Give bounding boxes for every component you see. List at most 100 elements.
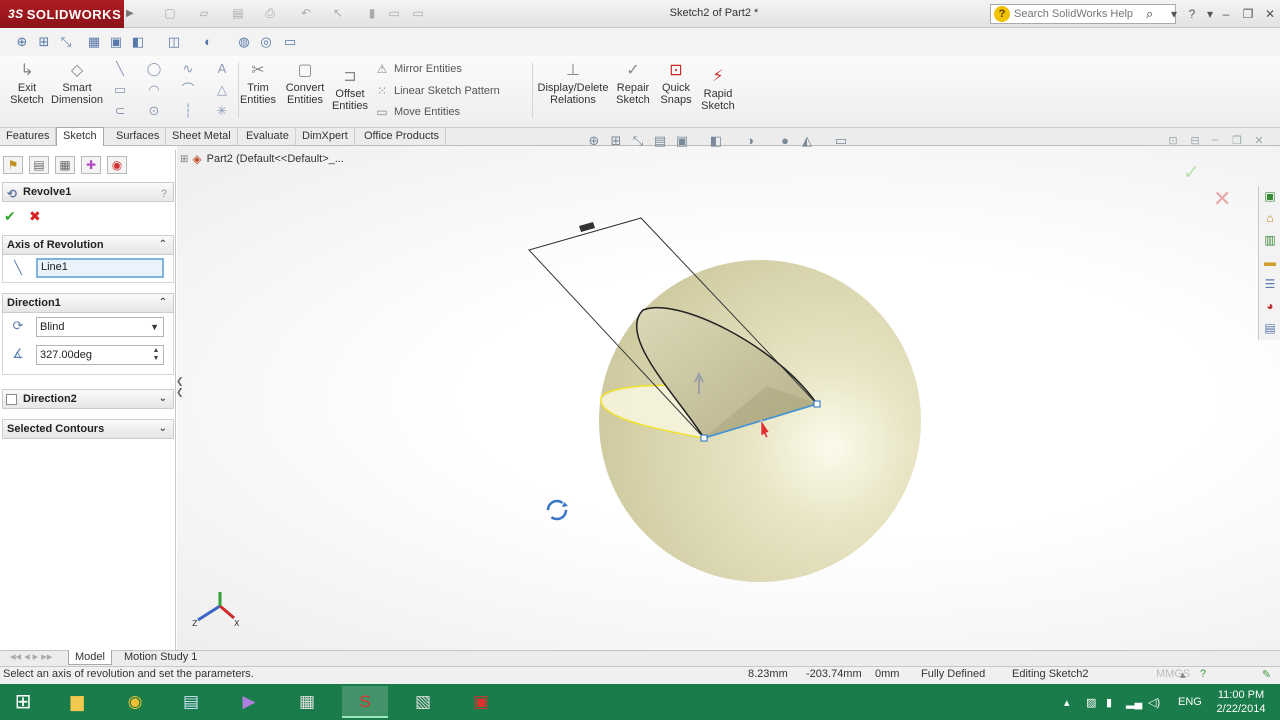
display-style-icon[interactable]: ◧ [130,34,146,50]
viewport-tile-icon[interactable]: ⊟ [1188,134,1202,148]
direction1-group[interactable]: Direction1 ⌃ [2,293,174,313]
mirror-entities-button[interactable]: ⚠ Mirror Entities [374,62,462,76]
viewport-split-icon[interactable]: ⊡ [1166,134,1180,148]
search-icon[interactable]: ⌕ [1146,6,1153,22]
view-settings-icon[interactable]: ◎ [258,34,274,50]
tab-surfaces[interactable]: Surfaces [110,128,167,145]
view-settings-hud-icon[interactable]: ▭ [832,133,850,149]
selected-contours-group[interactable]: Selected Contours ⌄ [2,419,174,439]
section-view-icon[interactable]: ▦ [86,34,102,50]
help-search[interactable]: ? ⌕ [990,4,1176,24]
file-explorer-icon[interactable]: ▬ [1262,254,1278,270]
offset-entities-button[interactable]: ⊐ Offset Entities [330,68,370,112]
feature-tree-root[interactable]: ⊞ ◈ Part2 (Default<<Default>_... [180,152,344,166]
solidworks-app-icon[interactable]: S [342,686,388,718]
appearance-hud-icon[interactable]: ● [776,133,794,149]
appearances-icon[interactable]: ◕ [1262,298,1278,314]
arc-tool-icon[interactable]: ◠ [146,82,162,98]
tab-features[interactable]: Features [0,128,57,145]
help-search-input[interactable] [1014,8,1144,20]
previous-view-hud-icon[interactable]: ⤡ [629,133,647,149]
previous-view-icon[interactable]: ⤡ [58,34,74,50]
file-properties-icon[interactable]: ▭ [386,6,402,22]
tab-dimxpert[interactable]: DimXpert [296,128,355,145]
expand-icon[interactable]: ⊞ [180,154,188,165]
scene-hud-icon[interactable]: ◭ [798,133,816,149]
tab-model[interactable]: Model [68,650,112,665]
centerline-tool-icon[interactable]: ┆ [180,103,196,119]
hide-show-hud-icon[interactable]: ◑ [741,133,759,149]
viewport-close-icon[interactable]: ✕ [1252,134,1266,148]
save-icon[interactable]: ▤ [230,6,246,22]
rebuild-status-icon[interactable]: ✎ [1262,668,1271,681]
panel-splitter[interactable]: ❮ ❮ [176,376,184,406]
axis-of-revolution-input[interactable]: Line1 [36,258,164,278]
tray-volume-icon[interactable]: ◁) [1148,696,1160,709]
display-style-hud-icon[interactable]: ◧ [707,133,725,149]
reverse-direction-icon[interactable]: ⟳ [8,318,28,336]
exit-sketch-button[interactable]: ↳ Exit Sketch [8,62,46,106]
viewport-restore-icon[interactable]: ❐ [1230,134,1244,148]
minimize-icon[interactable]: – [1218,6,1234,22]
quick-snaps-button[interactable]: ⊡ Quick Snaps [658,62,694,106]
home-icon[interactable]: ⌂ [1262,210,1278,226]
graphics-area[interactable]: Z X [177,146,1280,650]
tab-office-products[interactable]: Office Products [358,128,446,145]
collapse-icon[interactable]: ⌃ [159,294,167,312]
collapse-icon[interactable]: ⌃ [159,236,167,254]
dimxpert-manager-tab-icon[interactable]: ✚ [81,156,101,174]
angle-input[interactable]: 327.00deg ▲ ▼ [36,345,164,365]
move-entities-button[interactable]: ▭ Move Entities [374,105,460,119]
undo-icon[interactable]: ↶ [298,6,314,22]
rectangle-tool-icon[interactable]: ▭ [112,82,128,98]
rapid-sketch-button[interactable]: ⚡ Rapid Sketch [700,68,736,112]
chrome-icon[interactable]: ◉ [112,686,158,718]
tray-security-icon[interactable]: ▨ [1086,696,1096,709]
calculator-app-icon[interactable]: ▧ [400,686,446,718]
trim-entities-button[interactable]: ✂ Trim Entities [238,62,278,106]
point-tool-icon[interactable]: ⊙ [146,103,162,119]
search-options-icon[interactable]: ▾ [1166,6,1182,22]
tab-evaluate[interactable]: Evaluate [240,128,296,145]
windows-start-icon[interactable]: ⊞ [0,686,46,718]
configuration-manager-tab-icon[interactable]: ▦ [55,156,75,174]
axis-endpoint-start[interactable] [700,434,708,442]
design-library-icon[interactable]: ▥ [1262,232,1278,248]
visual-studio-icon[interactable]: ▶ [226,686,272,718]
end-condition-select[interactable]: Blind ▼ [36,317,164,337]
select-icon[interactable]: ↖ [330,6,346,22]
slot-tool-icon[interactable]: ⊂ [112,103,128,119]
axis-endpoint-end[interactable] [813,400,821,408]
hide-show-icon[interactable]: ◫ [166,34,182,50]
zoom-to-fit-hud-icon[interactable]: ⊕ [585,133,603,149]
view-orientation-hud-icon[interactable]: ▣ [673,133,691,149]
restore-icon[interactable]: ❐ [1240,6,1256,22]
spline-tool-icon[interactable]: ∿ [180,61,196,77]
file-explorer-icon[interactable]: ▆ [54,686,100,718]
display-delete-relations-button[interactable]: ⊥ Display/Delete Relations [536,62,610,106]
screen-recorder-icon[interactable]: ▣ [458,686,504,718]
units-menu-icon[interactable]: ▴ [1180,668,1186,681]
help-button[interactable]: ? [161,185,167,203]
polygon-tool-icon[interactable]: △ [214,82,230,98]
zoom-area-hud-icon[interactable]: ⊞ [607,133,625,149]
cancel-button[interactable]: ✖ [29,208,41,225]
spin-arrows-icon[interactable]: ▲ ▼ [151,347,161,363]
tab-sheet-metal[interactable]: Sheet Metal [166,128,238,145]
display-manager-tab-icon[interactable]: ◉ [107,156,127,174]
resources-icon[interactable]: ▣ [1262,188,1278,204]
tray-expand-icon[interactable]: ▴ [1064,696,1070,709]
linear-sketch-pattern-button[interactable]: ⁙ Linear Sketch Pattern [374,84,500,98]
line-tool-icon[interactable]: ╲ [112,61,128,77]
confirmation-cancel-icon[interactable]: ✕ [1213,186,1231,212]
open-icon[interactable]: ▱ [196,6,212,22]
section-view-hud-icon[interactable]: ▤ [651,133,669,149]
close-icon[interactable]: ✕ [1262,6,1278,22]
circle-tool-icon[interactable]: ◯ [146,61,162,77]
model-viewport[interactable]: Z X [177,146,1280,650]
axis-of-revolution-group[interactable]: Axis of Revolution ⌃ [2,235,174,255]
view-palette-icon[interactable]: ☰ [1262,276,1278,292]
smart-dimension-button[interactable]: ◇ Smart Dimension [50,62,104,106]
zoom-to-fit-icon[interactable]: ⊕ [14,34,30,50]
tab-motion-study-1[interactable]: Motion Study 1 [118,650,203,665]
